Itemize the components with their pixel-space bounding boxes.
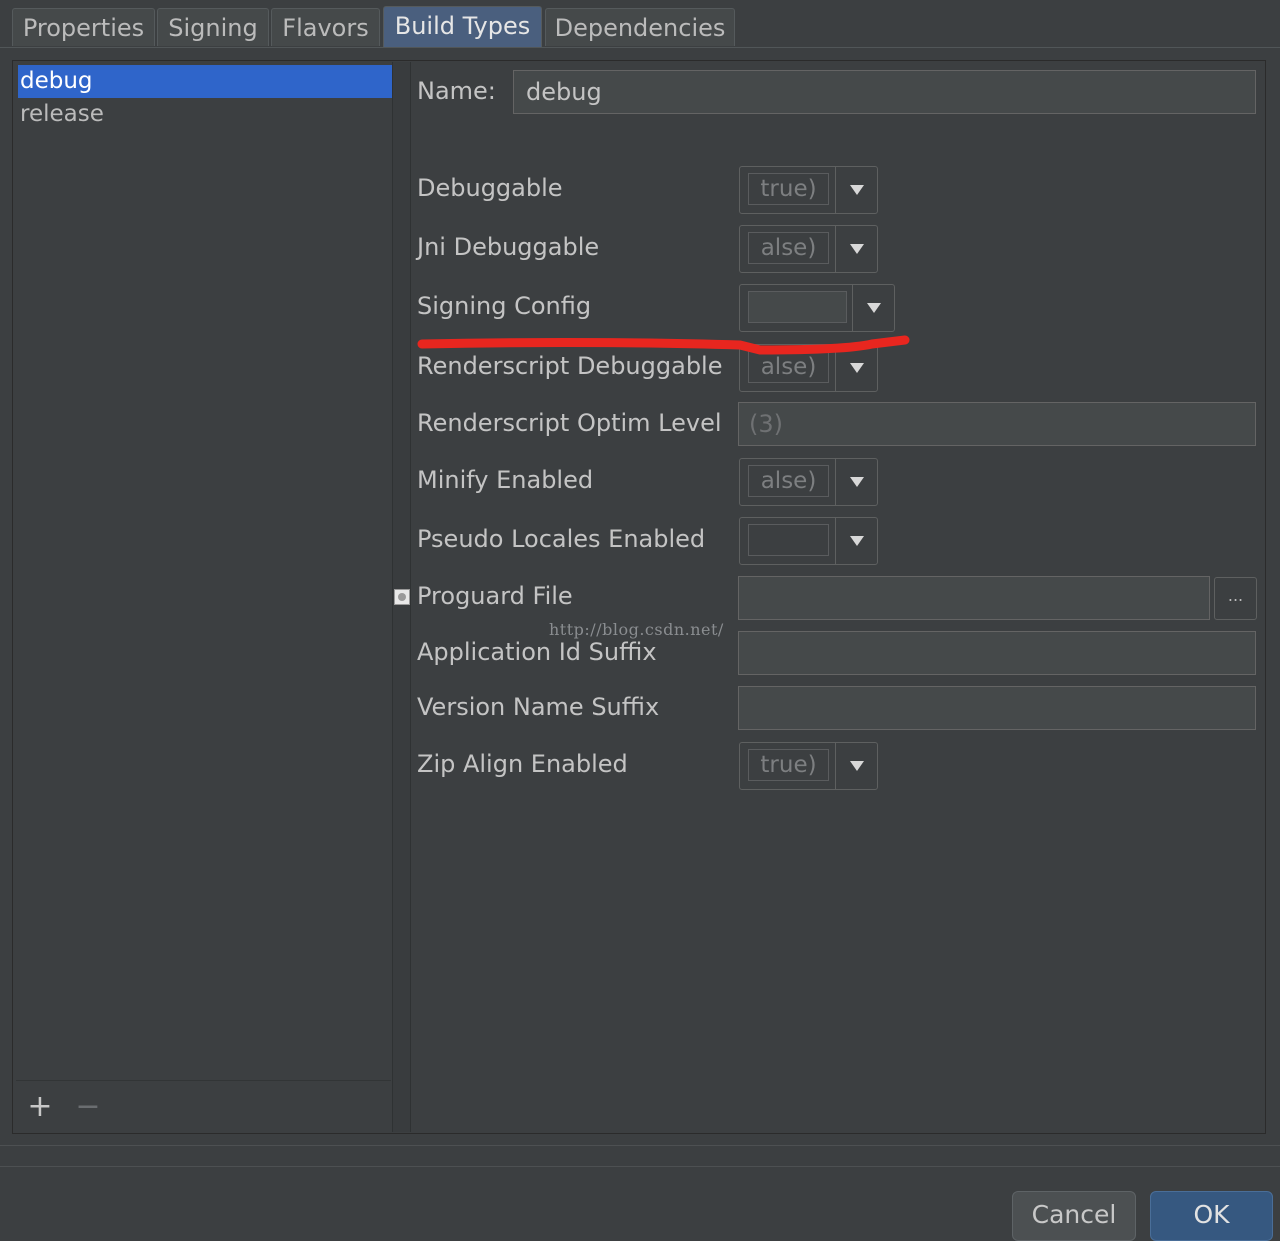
remove-icon[interactable]: −: [73, 1089, 103, 1125]
minify-enabled-combo[interactable]: alse): [739, 458, 878, 506]
dropdown-button[interactable]: [835, 459, 877, 505]
jni-debuggable-value: alse): [748, 232, 829, 264]
proguard-file-marker-icon: [394, 589, 410, 605]
tab-properties[interactable]: Properties: [12, 8, 155, 46]
dropdown-button[interactable]: [835, 518, 877, 564]
renderscript-optim-level-label: Renderscript Optim Level: [417, 409, 722, 437]
renderscript-debuggable-label: Renderscript Debuggable: [417, 352, 723, 380]
ok-button[interactable]: OK: [1150, 1191, 1273, 1241]
debuggable-combo[interactable]: true): [739, 166, 878, 214]
name-label: Name:: [417, 77, 496, 105]
zip-align-enabled-value: true): [748, 749, 829, 781]
chevron-down-icon: [850, 761, 864, 771]
zip-align-enabled-combo[interactable]: true): [739, 742, 878, 790]
signing-config-value: [748, 291, 847, 323]
renderscript-debuggable-value: alse): [748, 351, 829, 383]
watermark: http://blog.csdn.net/: [549, 620, 724, 639]
chevron-down-icon: [867, 303, 881, 313]
pseudo-locales-enabled-combo[interactable]: [739, 517, 878, 565]
bottom-separator: [0, 1166, 1280, 1167]
chevron-down-icon: [850, 477, 864, 487]
tab-flavors[interactable]: Flavors: [271, 8, 380, 46]
application-id-suffix-field[interactable]: [738, 631, 1256, 675]
build-types-list: debug release + −: [16, 62, 393, 1132]
version-name-suffix-label: Version Name Suffix: [417, 693, 660, 721]
bottom-separator: [0, 1145, 1280, 1146]
list-item-release[interactable]: release: [18, 98, 392, 131]
dropdown-button[interactable]: [835, 743, 877, 789]
pseudo-locales-enabled-label: Pseudo Locales Enabled: [417, 525, 706, 553]
cancel-button[interactable]: Cancel: [1012, 1191, 1136, 1241]
version-name-suffix-field[interactable]: [738, 686, 1256, 730]
pseudo-locales-enabled-value: [748, 524, 829, 556]
jni-debuggable-combo[interactable]: alse): [739, 225, 878, 273]
tab-signing[interactable]: Signing: [157, 8, 269, 46]
renderscript-optim-level-field[interactable]: (3): [738, 402, 1256, 446]
debuggable-label: Debuggable: [417, 174, 563, 202]
minify-enabled-label: Minify Enabled: [417, 466, 594, 494]
dropdown-button[interactable]: [835, 226, 877, 272]
tab-build-types[interactable]: Build Types: [383, 6, 542, 47]
zip-align-enabled-label: Zip Align Enabled: [417, 750, 628, 778]
debuggable-value: true): [748, 173, 829, 205]
chevron-down-icon: [850, 363, 864, 373]
list-item-debug[interactable]: debug: [18, 65, 392, 98]
dropdown-button[interactable]: [835, 167, 877, 213]
application-id-suffix-label: Application Id Suffix: [417, 638, 657, 666]
proguard-file-field[interactable]: [738, 576, 1210, 620]
tab-bar: Properties Signing Flavors Build Types D…: [0, 0, 1280, 48]
renderscript-debuggable-combo[interactable]: alse): [739, 344, 878, 392]
minify-enabled-value: alse): [748, 465, 829, 497]
browse-button[interactable]: ...: [1214, 577, 1257, 620]
chevron-down-icon: [850, 244, 864, 254]
dropdown-button[interactable]: [835, 345, 877, 391]
tab-dependencies[interactable]: Dependencies: [545, 8, 735, 46]
chevron-down-icon: [850, 185, 864, 195]
jni-debuggable-label: Jni Debuggable: [417, 233, 600, 261]
chevron-down-icon: [850, 536, 864, 546]
name-field[interactable]: debug: [513, 70, 1256, 114]
proguard-file-label: Proguard File: [417, 582, 573, 610]
signing-config-label: Signing Config: [417, 292, 592, 320]
dropdown-button[interactable]: [852, 285, 894, 331]
signing-config-combo[interactable]: [739, 284, 895, 332]
list-toolbar: + −: [16, 1080, 391, 1133]
add-icon[interactable]: +: [25, 1089, 55, 1125]
